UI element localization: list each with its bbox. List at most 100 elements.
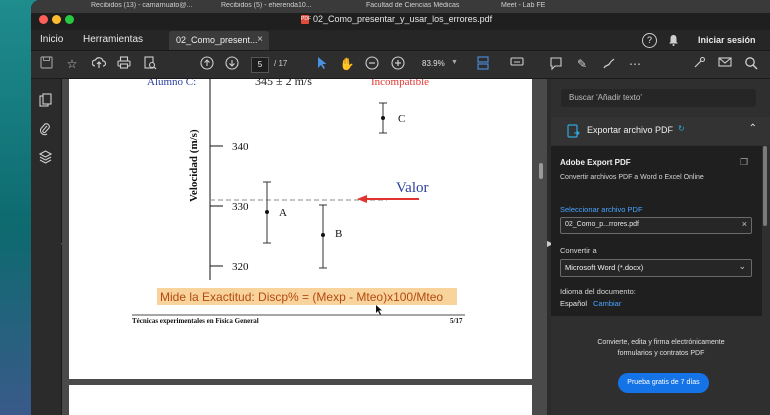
save-icon[interactable]: [38, 56, 54, 72]
star-icon[interactable]: ☆: [64, 56, 80, 72]
alumno-value: 345 ± 2 m/s: [255, 79, 312, 88]
share-link-icon[interactable]: [691, 56, 707, 72]
viewer-scrollbar[interactable]: [539, 163, 543, 179]
page-total: / 17: [274, 59, 288, 68]
adobe-export-title: Adobe Export PDF: [560, 158, 631, 167]
pdf-file-icon: PDF: [301, 14, 311, 24]
toolbar: ☆ 5 / 17 ✋ 83.9% ▼ ✎ ⋯: [31, 51, 770, 79]
export-pdf-icon: [567, 124, 580, 143]
promo-text: Convierte, edita y firma electrónicament…: [597, 339, 725, 357]
formula-text: Mide la Exactitud: Discp% = (Mexp - Mteo…: [160, 290, 443, 304]
document-viewer: Alumno C: 345 ± 2 m/s Incompatible Veloc…: [62, 79, 547, 415]
tool-search-input[interactable]: Buscar 'Añadir texto': [561, 89, 756, 107]
free-trial-label: Prueba gratis de 7 días: [627, 379, 700, 386]
value-arrow-head: [357, 195, 367, 203]
sync-icon: ↻: [678, 124, 685, 133]
copy-icon[interactable]: ❐: [740, 157, 748, 168]
zoom-in-icon[interactable]: [390, 56, 406, 72]
free-trial-button[interactable]: Prueba gratis de 7 días: [618, 373, 709, 393]
menu-tools[interactable]: Herramientas: [83, 34, 143, 45]
signin-button[interactable]: Iniciar sesión: [698, 35, 756, 45]
chart-figure: Alumno C: 345 ± 2 m/s Incompatible Veloc…: [132, 79, 465, 325]
footer-title: Técnicas experimentales en Física Genera…: [132, 317, 259, 325]
data-point-c: [381, 116, 385, 120]
thumbnails-icon[interactable]: [39, 93, 52, 112]
previous-page-icon[interactable]: [199, 56, 215, 72]
close-tab-icon[interactable]: ×: [257, 34, 263, 45]
zoom-out-icon[interactable]: [364, 56, 380, 72]
document-title-text: 02_Como_presentar_y_usar_los_errores.pdf: [313, 14, 493, 24]
data-point-b: [321, 233, 325, 237]
hand-tool-icon[interactable]: ✋: [339, 56, 355, 72]
point-label-a: A: [279, 207, 287, 219]
menu-home[interactable]: Inicio: [40, 34, 63, 45]
select-cursor-icon[interactable]: [314, 56, 330, 72]
point-label-b: B: [335, 228, 342, 240]
mail-icon[interactable]: [717, 56, 733, 72]
format-select[interactable]: Microsoft Word (*.docx) ⌄: [560, 259, 752, 277]
search-icon[interactable]: [743, 56, 759, 72]
document-tab[interactable]: 02_Como_present... ×: [169, 31, 269, 50]
draw-icon[interactable]: [601, 56, 617, 72]
print-icon[interactable]: [116, 56, 132, 72]
pane-scrollbar[interactable]: [763, 146, 767, 226]
browser-tab[interactable]: Recibidos (5) - eherenda10...: [221, 2, 351, 12]
y-axis-label: Velocidad (m/s): [188, 129, 200, 202]
browser-tab[interactable]: Facultad de Ciencias Médicas: [366, 2, 486, 12]
keyboard-icon[interactable]: [509, 56, 525, 72]
document-title: PDF 02_Como_presentar_y_usar_los_errores…: [301, 14, 492, 24]
minimize-window-button[interactable]: [52, 15, 61, 24]
browser-tab[interactable]: Recibidos (13) - camarnuato@...: [91, 2, 206, 12]
right-tools-pane: ▶ Buscar 'Añadir texto' Exportar archivo…: [547, 79, 770, 415]
next-page-icon[interactable]: [224, 56, 240, 72]
alumno-label: Alumno C:: [147, 79, 196, 88]
help-icon[interactable]: ?: [642, 33, 657, 48]
search-document-icon[interactable]: [142, 56, 158, 72]
change-language-link[interactable]: Cambiar: [593, 299, 621, 308]
layers-icon[interactable]: [38, 150, 53, 169]
more-tools-icon[interactable]: ⋯: [627, 56, 643, 72]
zoom-dropdown-icon[interactable]: ▼: [451, 59, 458, 66]
page-number-input[interactable]: 5: [251, 57, 269, 73]
highlighter-icon[interactable]: ✎: [574, 56, 590, 72]
clear-file-icon[interactable]: ×: [742, 219, 747, 229]
language-label: Idioma del documento:: [560, 287, 636, 296]
tick-label: 330: [232, 201, 249, 213]
attachment-icon[interactable]: [39, 122, 51, 141]
value-label: Valor: [396, 180, 429, 196]
page-layout-icon[interactable]: [475, 56, 491, 72]
pdf-page: Alumno C: 345 ± 2 m/s Incompatible Veloc…: [69, 79, 532, 379]
convert-to-label: Convertir a: [560, 246, 597, 255]
zoom-window-button[interactable]: [65, 15, 74, 24]
chevron-down-icon[interactable]: ⌄: [738, 261, 746, 272]
export-pdf-title: Exportar archivo PDF: [587, 125, 674, 135]
selected-file-name: 02_Como_p...rrores.pdf: [565, 221, 639, 228]
upload-icon[interactable]: [91, 56, 107, 72]
chevron-up-icon[interactable]: ⌃: [749, 123, 757, 134]
left-panel-rail: ◀: [31, 79, 67, 415]
footer-page: 5/17: [450, 317, 463, 325]
comment-icon[interactable]: [548, 56, 564, 72]
browser-tab-strip: Recibidos (13) - camarnuato@... Recibido…: [31, 0, 770, 13]
acrobat-window: Recibidos (13) - camarnuato@... Recibido…: [31, 0, 770, 415]
language-value: Español: [560, 299, 588, 308]
pdf-next-page: [69, 385, 532, 415]
select-file-link[interactable]: Seleccionar archivo PDF: [560, 205, 643, 214]
zoom-level[interactable]: 83.9%: [422, 59, 445, 68]
notifications-icon[interactable]: [668, 34, 679, 49]
export-pdf-header[interactable]: Exportar archivo PDF ↻ ⌃: [551, 117, 770, 145]
export-description: Convertir archivos PDF a Word o Excel On…: [560, 174, 704, 181]
tool-search-placeholder: Buscar 'Añadir texto': [569, 93, 642, 102]
close-window-button[interactable]: [39, 15, 48, 24]
title-bar: Recibidos (13) - camarnuato@... Recibido…: [31, 0, 770, 30]
selected-file-field[interactable]: 02_Como_p...rrores.pdf ×: [560, 217, 752, 234]
export-panel-body: Adobe Export PDF ❐ Convertir archivos PD…: [551, 146, 762, 316]
point-label-c: C: [398, 113, 405, 125]
mouse-cursor-icon: [376, 305, 382, 315]
data-point-a: [265, 210, 269, 214]
menu-bar: Inicio Herramientas ? Iniciar sesión: [31, 30, 770, 51]
incompatible-label: Incompatible: [371, 79, 429, 88]
tick-label: 340: [232, 141, 249, 153]
document-tab-label: 02_Como_present...: [176, 35, 258, 45]
browser-tab[interactable]: Meet - Lab FE: [501, 2, 571, 12]
